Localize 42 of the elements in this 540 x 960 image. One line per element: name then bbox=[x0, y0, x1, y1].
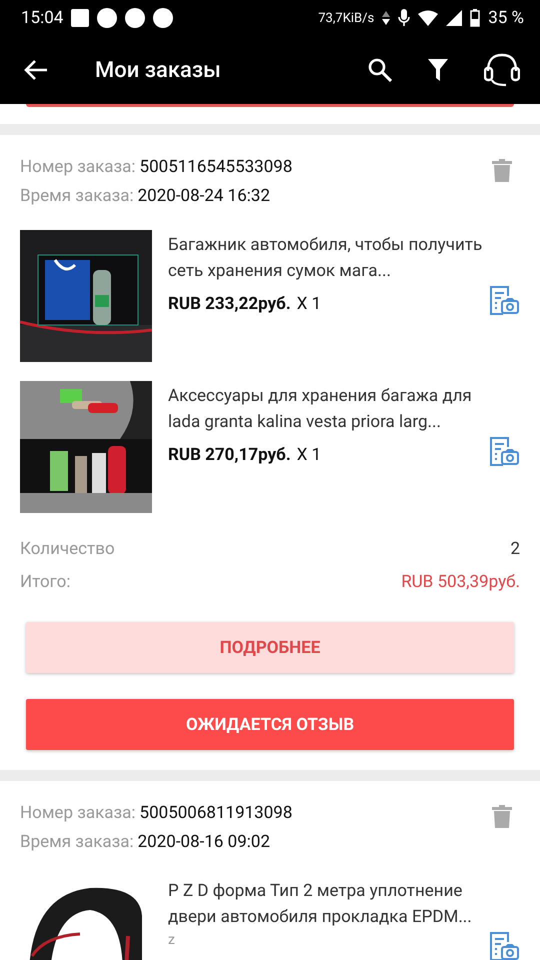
mic-icon bbox=[398, 9, 410, 27]
battery-icon bbox=[470, 9, 480, 27]
receipt-camera-icon[interactable] bbox=[488, 284, 520, 316]
total-label: Итого: bbox=[20, 571, 70, 594]
search-icon[interactable] bbox=[368, 58, 392, 82]
filter-icon[interactable] bbox=[428, 59, 448, 81]
app-notification-icon bbox=[71, 9, 90, 27]
product-quantity: X 1 bbox=[296, 294, 322, 314]
order-number: 5005116545533098 bbox=[140, 156, 292, 179]
notification-icon bbox=[125, 8, 146, 28]
page-title: Мои заказы bbox=[95, 58, 222, 82]
product-price: RUB 233,22руб. bbox=[168, 294, 291, 314]
order-number-label: Номер заказа: bbox=[20, 156, 136, 179]
wifi-icon bbox=[418, 10, 438, 26]
order-time: 2020-08-16 09:02 bbox=[138, 831, 270, 854]
back-arrow-icon[interactable] bbox=[24, 59, 48, 81]
product-title[interactable]: P Z D форма Тип 2 метра уплотнение двери автомобиля прокладка EPDM... bbox=[168, 878, 484, 930]
quantity-value: 2 bbox=[510, 538, 520, 561]
headset-icon[interactable] bbox=[484, 53, 520, 87]
battery-level: 35 % bbox=[488, 8, 524, 28]
order-number-label: Номер заказа: bbox=[20, 802, 136, 825]
notification-icon bbox=[97, 8, 118, 28]
notification-icon bbox=[153, 8, 174, 28]
trash-icon[interactable] bbox=[492, 159, 512, 183]
data-arrows-icon bbox=[382, 11, 390, 25]
receipt-camera-icon[interactable] bbox=[488, 930, 520, 960]
product-price: RUB 270,17руб. bbox=[168, 445, 291, 465]
network-speed: 73,7KiB/s bbox=[318, 10, 374, 26]
trash-icon[interactable] bbox=[492, 805, 512, 829]
order-time: 2020-08-24 16:32 bbox=[138, 185, 270, 208]
total-value: RUB 503,39руб. bbox=[401, 571, 520, 594]
product-title[interactable]: Багажник автомобиля, чтобы получить сеть хранения сумок мага... bbox=[168, 232, 484, 284]
product-variant: z bbox=[168, 932, 176, 948]
quantity-label: Количество bbox=[20, 538, 115, 561]
receipt-camera-icon[interactable] bbox=[488, 435, 520, 467]
order-number: 5005006811913098 bbox=[140, 802, 292, 825]
order-time-label: Время заказа: bbox=[20, 831, 134, 854]
order-time-label: Время заказа: bbox=[20, 185, 134, 208]
product-quantity: X 1 bbox=[296, 445, 322, 465]
product-title[interactable]: Аксессуары для хранения багажа для lada granta kalina vesta priora larg... bbox=[168, 383, 484, 435]
signal-icon bbox=[446, 10, 462, 26]
status-time: 15:04 bbox=[21, 8, 64, 28]
